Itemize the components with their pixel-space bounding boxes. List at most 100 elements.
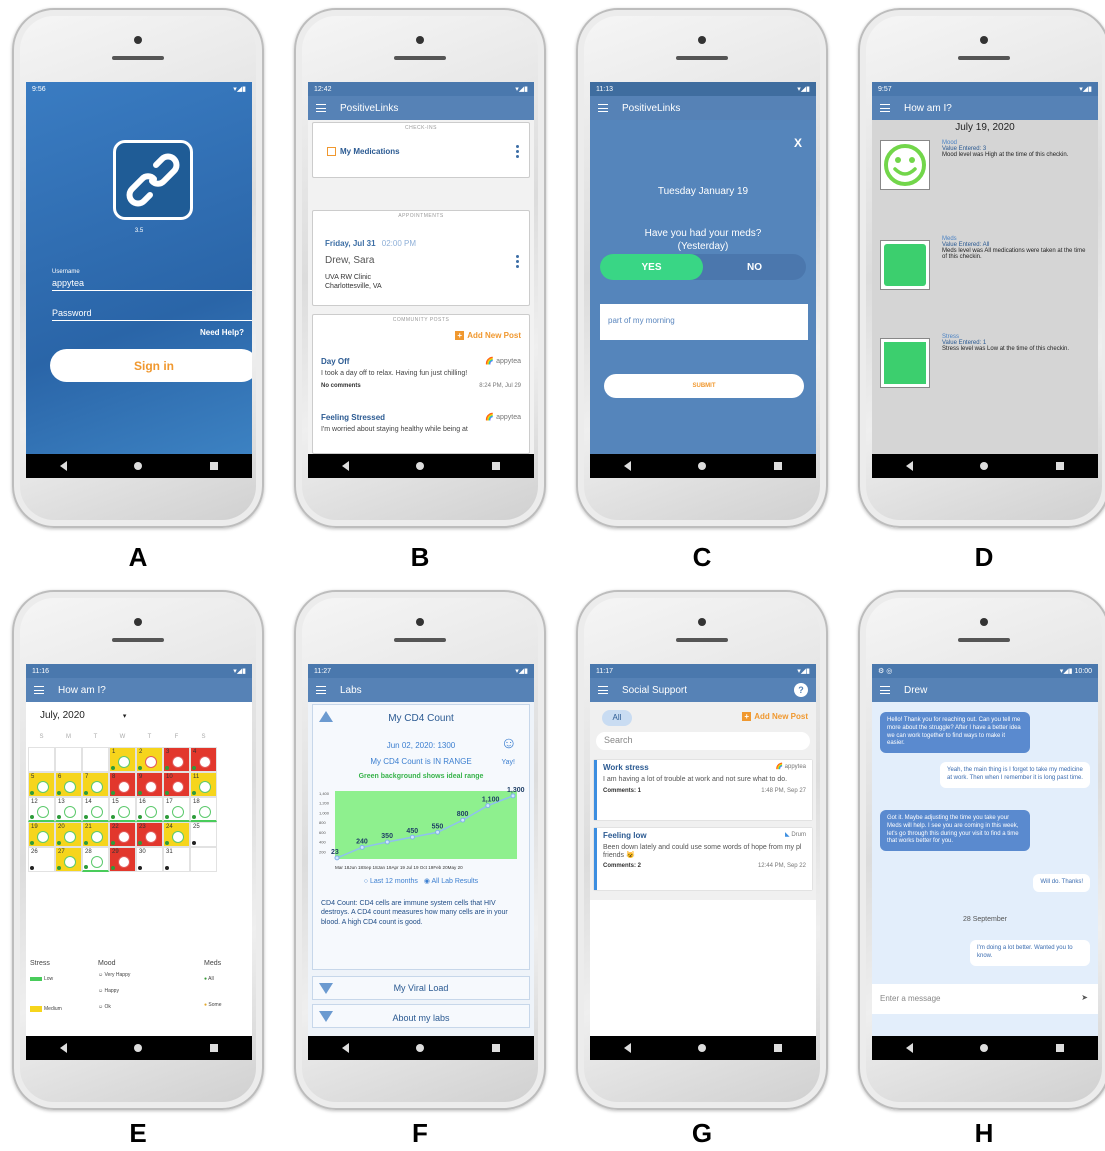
calendar-day[interactable]: 8 xyxy=(109,772,136,797)
back-icon[interactable] xyxy=(59,1043,67,1053)
calendar-day[interactable]: 5 xyxy=(28,772,55,797)
calendar-day[interactable]: 11 xyxy=(190,772,217,797)
home-icon[interactable] xyxy=(698,462,707,470)
no-option[interactable]: NO xyxy=(703,254,806,280)
calendar-day[interactable]: 29 xyxy=(109,847,136,872)
about-labs-panel[interactable]: About my labs xyxy=(312,1004,530,1028)
menu-icon[interactable] xyxy=(316,686,326,694)
home-icon[interactable] xyxy=(134,1044,143,1052)
recents-icon[interactable] xyxy=(1056,462,1065,470)
home-icon[interactable] xyxy=(134,462,143,470)
recents-icon[interactable] xyxy=(492,1044,501,1052)
calendar-day[interactable]: 13 xyxy=(55,797,82,822)
calendar-day[interactable]: 27 xyxy=(55,847,82,872)
help-icon[interactable]: ? xyxy=(794,683,808,697)
need-help-link[interactable]: Need Help? xyxy=(200,328,244,337)
calendar-day[interactable]: 24 xyxy=(163,822,190,847)
recents-icon[interactable] xyxy=(210,462,219,470)
my-medications-item[interactable]: My Medications xyxy=(327,147,400,156)
home-icon[interactable] xyxy=(698,1044,707,1052)
back-icon[interactable] xyxy=(905,461,913,471)
back-icon[interactable] xyxy=(59,461,67,471)
recents-icon[interactable] xyxy=(492,462,501,470)
back-icon[interactable] xyxy=(623,461,631,471)
username-field[interactable]: appytea xyxy=(52,278,252,291)
password-field[interactable]: Password xyxy=(52,308,252,321)
calendar-day[interactable]: 28 xyxy=(82,847,109,872)
calendar-day[interactable]: 18 xyxy=(190,797,217,822)
submit-button[interactable]: SUBMIT xyxy=(604,374,804,398)
calendar-day[interactable]: 15 xyxy=(109,797,136,822)
post-work-stress[interactable]: Work stress 🌈 appytea I am having a lot o… xyxy=(594,760,812,820)
note-input[interactable]: part of my morning xyxy=(600,304,808,340)
home-icon[interactable] xyxy=(416,1044,425,1052)
home-icon[interactable] xyxy=(416,462,425,470)
calendar-day[interactable]: 16 xyxy=(136,797,163,822)
calendar-day[interactable]: 10 xyxy=(163,772,190,797)
back-icon[interactable] xyxy=(905,1043,913,1053)
recents-icon[interactable] xyxy=(210,1044,219,1052)
calendar-day[interactable]: 17 xyxy=(163,797,190,822)
menu-icon[interactable] xyxy=(316,104,326,112)
calendar-day[interactable]: 2 xyxy=(136,747,163,772)
calendar-day[interactable]: 30 xyxy=(136,847,163,872)
more-options-icon[interactable] xyxy=(516,255,519,268)
post-day-off[interactable]: Day Off 🌈 appytea I took a day off to rel… xyxy=(321,357,521,389)
checkbox-icon[interactable] xyxy=(327,147,336,156)
more-options-icon[interactable] xyxy=(516,145,519,158)
recents-icon[interactable] xyxy=(774,1044,783,1052)
back-icon[interactable] xyxy=(623,1043,631,1053)
calendar-day[interactable]: 7 xyxy=(82,772,109,797)
filter-all-chip[interactable]: All xyxy=(602,710,632,726)
cd4-point[interactable] xyxy=(334,855,340,861)
menu-icon[interactable] xyxy=(34,686,44,694)
yes-no-toggle[interactable]: YES NO xyxy=(600,254,806,280)
cd4-point[interactable] xyxy=(510,793,516,799)
message-input[interactable]: Enter a message xyxy=(880,994,940,1003)
all-results-radio[interactable]: ◉ All Lab Results xyxy=(424,878,478,885)
sign-in-button[interactable]: Sign in xyxy=(50,349,252,382)
home-icon[interactable] xyxy=(980,462,989,470)
close-icon[interactable]: X xyxy=(794,136,802,150)
menu-icon[interactable] xyxy=(880,686,890,694)
cd4-point[interactable] xyxy=(435,829,441,835)
back-icon[interactable] xyxy=(341,1043,349,1053)
calendar-day[interactable]: 23 xyxy=(136,822,163,847)
search-input[interactable]: Search xyxy=(596,732,810,750)
cd4-point[interactable] xyxy=(384,839,390,845)
menu-icon[interactable] xyxy=(598,104,608,112)
calendar-day[interactable]: 31 xyxy=(163,847,190,872)
calendar-day[interactable]: 25 xyxy=(190,822,217,847)
back-icon[interactable] xyxy=(341,461,349,471)
last-12-months-radio[interactable]: ○ Last 12 months xyxy=(364,878,418,885)
month-selector[interactable]: July, 2020 ▾ xyxy=(40,710,126,721)
yes-option[interactable]: YES xyxy=(600,254,703,280)
post-feeling-low[interactable]: Feeling low ◣ Drum Been down lately and c… xyxy=(594,828,812,890)
recents-icon[interactable] xyxy=(774,462,783,470)
calendar-day[interactable]: 3 xyxy=(163,747,190,772)
calendar-day[interactable]: 6 xyxy=(55,772,82,797)
menu-icon[interactable] xyxy=(598,686,608,694)
recents-icon[interactable] xyxy=(1056,1044,1065,1052)
home-icon[interactable] xyxy=(980,1044,989,1052)
calendar-day[interactable]: 20 xyxy=(55,822,82,847)
calendar-day[interactable]: 9 xyxy=(136,772,163,797)
calendar-day[interactable]: 12 xyxy=(28,797,55,822)
calendar-day[interactable]: 4 xyxy=(190,747,217,772)
cd4-point[interactable] xyxy=(359,844,365,850)
cd4-point[interactable] xyxy=(460,817,466,823)
viral-load-panel[interactable]: My Viral Load xyxy=(312,976,530,1000)
add-new-post-button[interactable]: + Add New Post xyxy=(742,712,808,721)
calendar-day[interactable]: 26 xyxy=(28,847,55,872)
add-new-post-button[interactable]: + Add New Post xyxy=(455,331,521,340)
menu-icon[interactable] xyxy=(880,104,890,112)
cd4-point[interactable] xyxy=(409,834,415,840)
calendar-day[interactable]: 1 xyxy=(109,747,136,772)
post-feeling-stressed[interactable]: Feeling Stressed 🌈 appytea I'm worried ab… xyxy=(321,413,521,433)
calendar-day[interactable]: 14 xyxy=(82,797,109,822)
send-icon[interactable]: ➤ xyxy=(1081,993,1088,1002)
calendar-day[interactable]: 19 xyxy=(28,822,55,847)
cd4-point[interactable] xyxy=(485,803,491,809)
calendar-day[interactable]: 22 xyxy=(109,822,136,847)
calendar-day[interactable]: 21 xyxy=(82,822,109,847)
